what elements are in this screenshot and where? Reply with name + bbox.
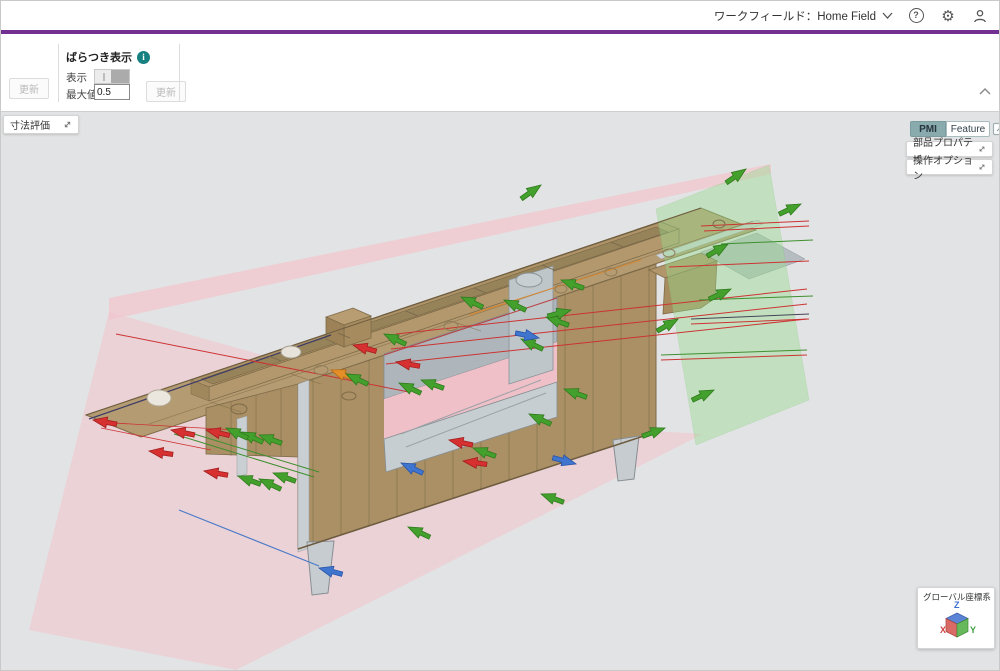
- operation-options-label: 操作オプション: [913, 152, 978, 182]
- show-label: 表示: [66, 70, 87, 85]
- max-value-label: 最大値: [66, 87, 98, 102]
- model-3d-scene[interactable]: [1, 112, 1000, 671]
- axis-x-label: X: [940, 625, 946, 635]
- cad-app-window: ワークフィールド：Home Field ? ⚙ 更新 ばらつき表示 i 表示 最…: [0, 0, 1000, 671]
- dimension-eval-label: 寸法評価: [10, 117, 50, 132]
- help-icon[interactable]: ?: [907, 7, 925, 25]
- axis-y-label: Y: [970, 625, 976, 635]
- workfield-label: ワークフィールド：Home Field: [714, 8, 876, 24]
- collapse-icon[interactable]: [982, 591, 990, 599]
- dimension-eval-panel[interactable]: 寸法評価: [3, 115, 79, 134]
- operation-options-panel[interactable]: 操作オプション: [906, 159, 993, 175]
- info-icon[interactable]: i: [137, 51, 150, 64]
- variation-group-title: ばらつき表示 i: [66, 49, 150, 65]
- update-button-right[interactable]: 更新: [146, 81, 186, 102]
- global-coordinate-panel[interactable]: グローバル座標系 Z X Y: [917, 587, 995, 649]
- collapse-toolbar-icon[interactable]: [979, 87, 991, 95]
- toolbar-divider-2: [179, 44, 180, 102]
- axis-z-label: Z: [954, 600, 960, 610]
- toolbar-divider: [58, 44, 59, 102]
- top-header-bar: ワークフィールド：Home Field ? ⚙: [1, 1, 999, 30]
- gear-icon[interactable]: ⚙: [939, 7, 957, 25]
- update-button-left[interactable]: 更新: [9, 78, 49, 99]
- user-icon[interactable]: [971, 7, 989, 25]
- workfield-selector[interactable]: ワークフィールド：Home Field: [714, 8, 893, 24]
- show-toggle[interactable]: [94, 69, 130, 84]
- max-value-input[interactable]: [94, 84, 130, 100]
- variation-toolbar: 更新 ばらつき表示 i 表示 最大値 更新: [1, 34, 999, 112]
- chevron-down-icon: [882, 12, 893, 19]
- viewport-3d[interactable]: 寸法評価 PMI Feature 部品プロパティ 操作オプション グローバル座標…: [1, 112, 1000, 671]
- fullscreen-icon[interactable]: [992, 122, 1000, 136]
- expand-icon[interactable]: [978, 163, 986, 171]
- expand-icon[interactable]: [978, 145, 986, 153]
- expand-icon[interactable]: [63, 120, 72, 129]
